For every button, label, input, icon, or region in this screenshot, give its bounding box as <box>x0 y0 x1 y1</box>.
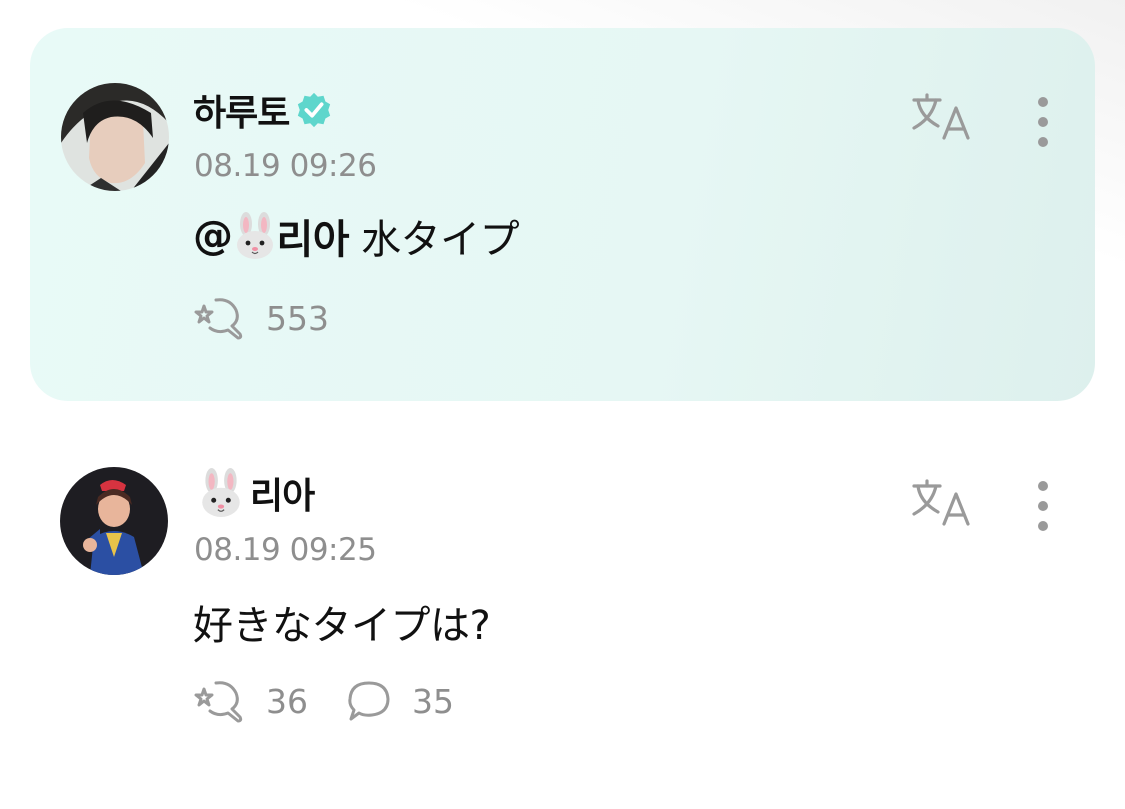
like-icon <box>194 681 243 723</box>
author-name[interactable]: 리아 <box>250 467 315 519</box>
like-count: 553 <box>266 298 329 338</box>
translate-icon[interactable] <box>910 478 974 530</box>
like-button[interactable]: 553 <box>194 296 329 340</box>
avatar-ria[interactable] <box>60 467 168 575</box>
post-text: 好きなタイプは? <box>193 593 491 651</box>
rabbit-face-emoji <box>236 212 273 259</box>
mention-name: 리아 <box>276 217 350 263</box>
like-count: 36 <box>266 681 308 721</box>
like-button[interactable]: 36 <box>194 679 308 723</box>
mention-at: @ <box>193 213 233 259</box>
more-vertical-icon[interactable] <box>1033 478 1053 534</box>
verified-badge-icon <box>298 92 331 128</box>
translate-icon[interactable] <box>910 92 974 144</box>
more-vertical-icon[interactable] <box>1033 94 1053 150</box>
highlighted-post-card[interactable] <box>30 28 1095 401</box>
post-text: @ 리아 水タイプ <box>193 207 520 265</box>
post-timestamp: 08.19 09:25 <box>194 532 377 568</box>
rabbit-face-emoji <box>202 468 240 517</box>
post-timestamp: 08.19 09:26 <box>194 148 377 184</box>
mention-link[interactable]: @ 리아 <box>193 207 350 265</box>
comment-button[interactable]: 35 <box>346 679 454 723</box>
author-name[interactable]: 하루토 <box>193 84 290 136</box>
comment-icon <box>348 681 390 721</box>
comment-count: 35 <box>412 681 454 721</box>
avatar-haruto[interactable] <box>61 83 169 191</box>
post-text-content: 好きなタイプは? <box>193 603 491 649</box>
like-icon <box>194 298 243 340</box>
post-text-content: 水タイプ <box>361 217 520 263</box>
